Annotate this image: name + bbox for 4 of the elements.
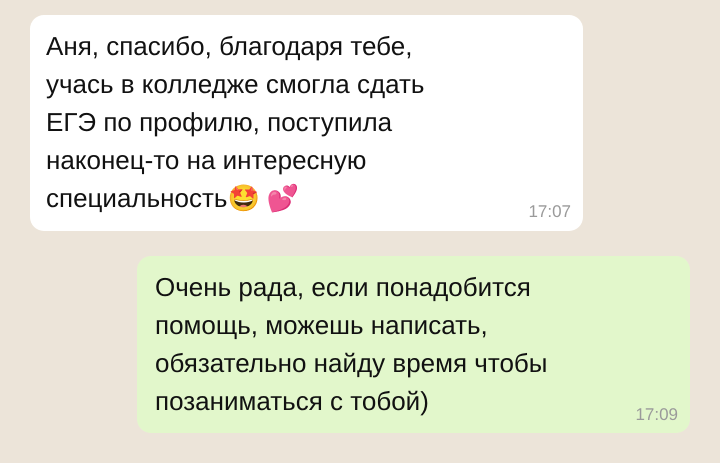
message-time: 17:07 bbox=[528, 201, 571, 223]
message-text: Очень рада, если понадобится помощь, можешь написать, обязательно найду время чтобы позаниматься с тобой) bbox=[155, 270, 548, 418]
message-text: Аня, спасибо, благодаря тебе, учась в колледже смогла сдать ЕГЭ по профилю, поступила наконец-то на интересную специальность🤩 💕 bbox=[46, 30, 424, 215]
message-time: 17:09 bbox=[635, 404, 678, 426]
